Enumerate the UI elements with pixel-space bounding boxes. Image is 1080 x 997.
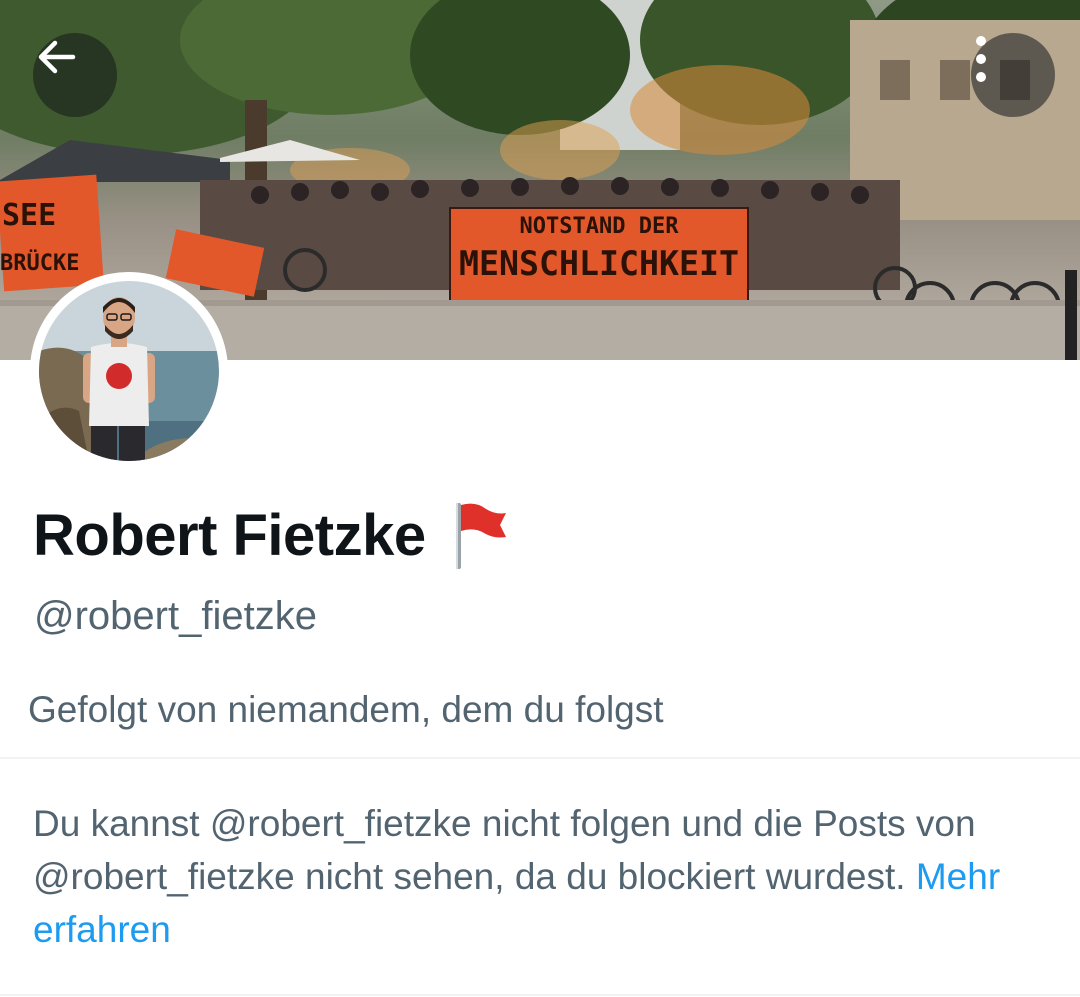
arrow-left-icon: [38, 40, 76, 74]
sign-text-line2: BRÜCKE: [0, 250, 79, 276]
blocked-notice: Du kannst @robert_fietzke nicht folgen u…: [33, 797, 1043, 956]
back-button[interactable]: [33, 33, 117, 117]
blocked-notice-text: Du kannst @robert_fietzke nicht folgen u…: [33, 803, 976, 897]
followed-by-text: Gefolgt von niemandem, dem du folgst: [28, 689, 664, 730]
profile-handle: @robert_fietzke: [34, 594, 317, 638]
more-vertical-icon: [976, 36, 986, 82]
banner-text-line2: MENSCHLICHKEIT: [459, 244, 739, 284]
avatar-photo: [39, 281, 219, 461]
profile-avatar[interactable]: [30, 272, 228, 470]
red-flag-icon: [455, 503, 506, 569]
sign-text-line1: SEE: [2, 198, 56, 233]
display-name-text: Robert Fietzke: [33, 502, 426, 568]
banner-text-line1: NOTSTAND DER: [520, 214, 680, 239]
more-options-button[interactable]: [971, 33, 1055, 117]
divider: [0, 757, 1080, 759]
profile-display-name: Robert Fietzke: [33, 499, 508, 571]
divider: [0, 994, 1080, 996]
